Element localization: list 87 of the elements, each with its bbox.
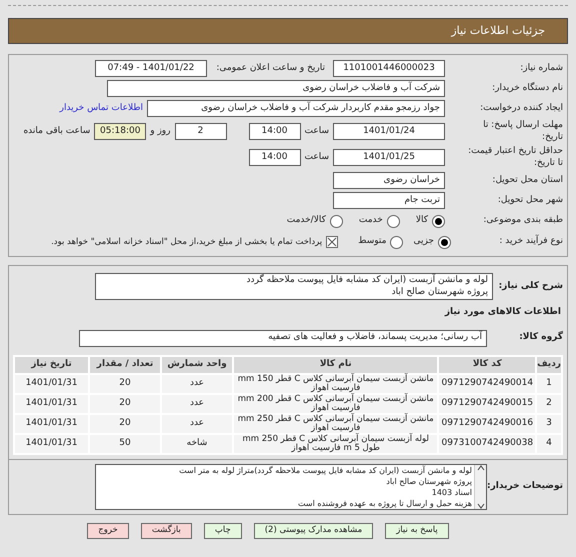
table-cell: 20 [89,414,161,434]
checkbox[interactable] [326,236,338,248]
field-label: استان محل تحویل: [491,174,563,186]
table-cell: مانشن آزبست سیمان آبرسانی کلاس C قطر 200 mm فارسیت اهواز [233,394,438,414]
table-cell: 0971290742490015 [438,394,536,414]
field-label: توضیحات خریدار: [487,480,563,492]
table-cell: 0971290742490014 [438,374,536,394]
notes-line: اسناد 1403 [430,486,472,498]
table-cell: 0971290742490016 [438,414,536,434]
text-field[interactable]: تربت جام [333,192,445,209]
radio-label: کالا/خدمت [286,214,326,228]
field-label: شماره نیاز: [519,62,563,74]
notes-field[interactable]: لوله و مانشن آزبست (ایران کد مشابه فایل پیوست ملاحظه گردد)متراژ لوله به متر است پروژه شهرستان صالح اباد اسناد 1403 هزینه حمل و ارسال تا پروژه به عهده فروشنده است [95,464,487,510]
field-label: نوع فرآیند خرید : [498,236,563,248]
field-label: ایجاد کننده درخواست: [479,102,563,114]
action-button[interactable]: پاسخ به نیاز [385,522,449,538]
table-cell: 3 [536,414,562,434]
checkbox-label: پرداخت تمام یا بخشی از مبلغ خرید،از محل "اسناد خزانه اسلامی" خواهد بود. [51,236,322,248]
field-label: طبقه بندی موضوعی: [482,215,563,227]
radio-button[interactable] [386,214,400,228]
notes-line: لوله و مانشن آزبست (ایران کد مشابه فایل پیوست ملاحظه گردد)متراژ لوله به متر است [179,464,472,476]
text-field[interactable]: 1401/01/24 [333,123,445,140]
text-field[interactable]: خراسان رضوی [333,172,445,189]
table-cell: مانشن آزبست سیمان آبرسانی کلاس C قطر 150 mm فارسیت اهواز [233,374,438,394]
radio-button[interactable] [390,236,404,248]
table-cell: 1401/01/31 [14,414,89,434]
field-label: تاریخ و ساعت اعلان عمومی: [215,62,325,75]
field-label: ساعت [304,124,329,138]
notes-line: پروژه شهرستان صالح اباد [385,476,472,486]
table-cell: 50 [89,434,161,454]
field-label: شهر محل تحویل: [496,194,563,206]
radio-label: خدمت [358,214,383,228]
text-field[interactable]: جواد رزمجو مقدم کاربردار شرکت آب و فاضلاب خراسان رضوی [147,100,445,117]
column-header: نام کالا [233,356,438,374]
column-header: کد کالا [438,356,536,374]
radio-button[interactable] [330,214,343,228]
column-header: تاریخ نیاز [14,356,89,374]
table-cell: عدد [161,414,233,434]
table-cell: 1401/01/31 [14,434,89,454]
table-cell: 2 [536,394,562,414]
table-cell: 0973100742490038 [438,434,536,454]
text-field[interactable]: 14:00 [248,149,300,166]
field-label: گروه کالا: [518,332,563,344]
text-field[interactable]: 2 [174,123,226,140]
column-header: واحد شمارش [161,356,233,374]
action-button[interactable]: خروج [87,522,129,538]
header-bar: جزئیات اطلاعات نیاز [8,18,568,44]
field-label: مهلت ارسال پاسخ: تا تاریخ: [482,120,563,143]
table-cell: عدد [161,374,233,394]
field-label: شرح کلی نیاز: [498,280,563,292]
column-header: تعداد / مقدار [89,356,161,374]
radio-label: کالا [416,214,428,228]
column-header: ردیف [536,356,562,374]
field-label: حداقل تاریخ اعتبار قیمت: تا تاریخ: [467,146,563,169]
text-field[interactable]: آب رسانی؛ مدیریت پسماند، فاضلاب و فعالیت های تصفیه [79,330,487,346]
text-field[interactable]: 14:00 [248,123,300,140]
summary-field[interactable]: لوله و مانشن آزبست (ایران کد مشابه فایل پیوست ملاحظه گردد پروژه شهرستان صالح اباد [95,273,493,300]
field-label: ساعت [304,150,329,164]
table-cell: 1 [536,374,562,394]
text-field[interactable]: 05:18:00 [94,123,146,140]
table-cell: عدد [161,394,233,414]
radio-button[interactable] [432,214,445,228]
action-button[interactable]: مشاهده مدارک پیوستی (2) [254,522,374,538]
table-cell: 4 [536,434,562,454]
field-label: روز و [150,124,170,138]
table-cell: 1401/01/31 [14,374,89,394]
field-label: نام دستگاه خریدار: [491,82,563,94]
action-button[interactable]: چاپ [204,522,242,538]
radio-button[interactable] [438,236,451,248]
text-field[interactable]: 1101001446000023 [333,60,445,77]
action-button[interactable]: بازگشت [140,522,192,538]
scrollbar[interactable] [474,464,486,508]
contact-link[interactable]: اطلاعات تماس خریدار [60,102,143,116]
table-cell: لوله آزبست سیمان آبرسانی کلاس C قطر 250 mm طول 5 m فارسیت اهواز [233,434,438,454]
text-field[interactable]: شرکت آب و فاضلاب خراسان رضوی [107,80,445,97]
table-cell: 20 [89,394,161,414]
notes-line: هزینه حمل و ارسال تا پروژه به عهده فروشنده است [297,498,472,508]
text-field[interactable]: 1401/01/25 [333,149,445,166]
radio-label: جزیی [413,235,434,248]
section-title: اطلاعات کالاهای مورد نیاز [444,306,561,319]
table-cell: 1401/01/31 [14,394,89,414]
table-cell: شاخه [161,434,233,454]
field-label: ساعت باقی مانده [23,124,90,138]
table-cell: مانشن آزبست سیمان آبرسانی کلاس C قطر 250 mm فارسیت اهواز [233,414,438,434]
table-cell: 20 [89,374,161,394]
text-field[interactable]: 1401/01/22 - 07:49 [95,60,207,77]
radio-label: متوسط [358,235,386,248]
